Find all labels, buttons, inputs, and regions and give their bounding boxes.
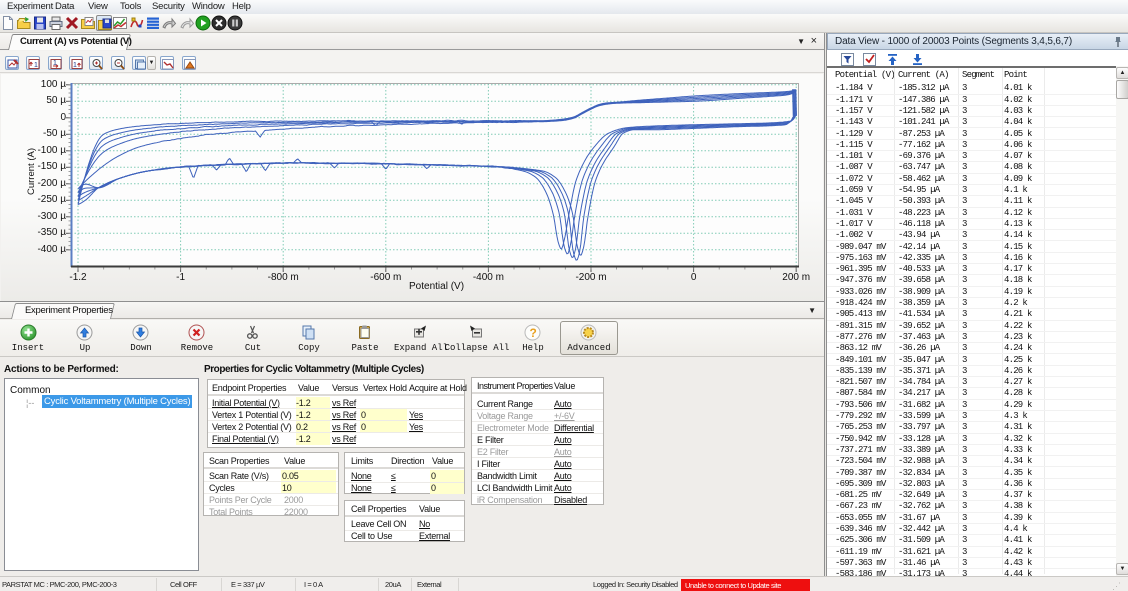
- svg-text:?: ?: [530, 326, 537, 340]
